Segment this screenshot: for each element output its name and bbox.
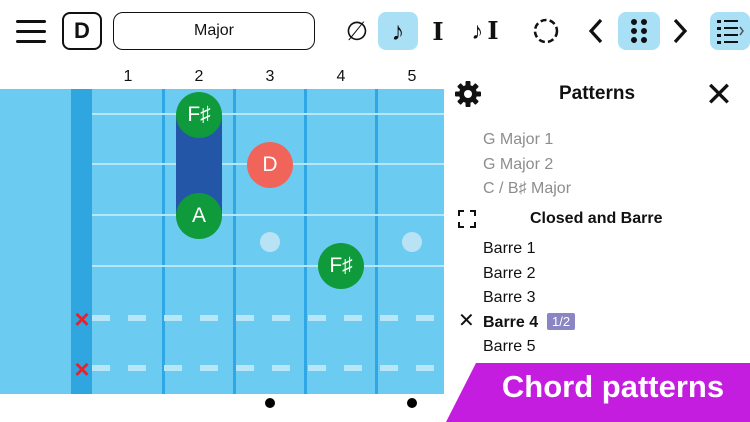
nut bbox=[71, 89, 92, 394]
fret-wire bbox=[375, 89, 378, 394]
close-icon: ✕ bbox=[458, 310, 475, 332]
corners-icon bbox=[458, 210, 476, 228]
next-button[interactable] bbox=[662, 12, 698, 50]
no-chord-icon: ∅ bbox=[345, 15, 369, 46]
pattern-item[interactable]: Barre 2 bbox=[483, 265, 535, 283]
panel-title: Patterns bbox=[558, 83, 636, 104]
string bbox=[92, 265, 444, 267]
list-item[interactable]: … bbox=[483, 114, 499, 120]
key-selector[interactable]: D bbox=[62, 12, 102, 50]
pattern-item[interactable]: Barre 1 bbox=[483, 240, 535, 258]
menu-icon bbox=[16, 20, 46, 23]
muted-string bbox=[92, 315, 444, 321]
next-icon bbox=[673, 18, 688, 44]
fret-wire bbox=[233, 89, 236, 394]
note-bar-icon: ♪ I bbox=[471, 16, 499, 45]
fret-number: 5 bbox=[407, 68, 417, 85]
position-dot bbox=[407, 398, 417, 408]
scale-selector[interactable]: Major bbox=[113, 12, 315, 50]
fret-numbers: 1 2 3 4 5 bbox=[0, 68, 444, 88]
settings-button[interactable] bbox=[454, 80, 482, 108]
note-dot[interactable]: A bbox=[176, 193, 222, 239]
grid-dots-icon bbox=[631, 19, 647, 43]
pattern-item-selected[interactable]: Barre 4 bbox=[483, 314, 538, 332]
deselect-button[interactable]: ✕ bbox=[458, 311, 475, 331]
pattern-item[interactable]: G Major 2 bbox=[483, 156, 553, 174]
grid-dots-button[interactable] bbox=[618, 12, 660, 50]
menu-button[interactable] bbox=[12, 14, 50, 50]
note-dot[interactable]: F♯ bbox=[318, 243, 364, 289]
note-bar-view-button[interactable]: ♪ I bbox=[460, 12, 510, 50]
note-dot[interactable]: F♯ bbox=[176, 92, 222, 138]
position-dot bbox=[265, 398, 275, 408]
section-toggle[interactable] bbox=[458, 210, 476, 228]
list-icon bbox=[717, 20, 744, 44]
root-note-dot[interactable]: D bbox=[247, 142, 293, 188]
fret-marker bbox=[260, 232, 280, 252]
mute-icon[interactable]: × bbox=[71, 356, 93, 382]
promo-banner-text: Chord patterns bbox=[501, 369, 725, 404]
fret-number: 3 bbox=[265, 68, 275, 85]
pattern-item[interactable]: Barre 5 bbox=[483, 338, 535, 356]
fret-number: 2 bbox=[194, 68, 204, 85]
section-heading: Closed and Barre bbox=[530, 210, 663, 227]
pattern-item[interactable]: C / B♯ Major bbox=[483, 180, 571, 198]
pattern-item[interactable]: Barre 3 bbox=[483, 289, 535, 307]
string bbox=[92, 113, 444, 115]
bar-view-button[interactable]: I bbox=[418, 12, 458, 50]
variation-badge[interactable]: 1/2 bbox=[547, 313, 576, 330]
bar-icon: I bbox=[432, 16, 444, 46]
fret-wire bbox=[162, 89, 165, 394]
close-icon: ✕ bbox=[704, 76, 734, 114]
fret-marker bbox=[402, 232, 422, 252]
close-button[interactable]: ✕ bbox=[702, 78, 736, 112]
prev-button[interactable] bbox=[578, 12, 614, 50]
muted-string bbox=[92, 365, 444, 371]
circle-button[interactable] bbox=[526, 12, 566, 50]
fretboard[interactable]: × × F♯ A D F♯ bbox=[0, 89, 444, 394]
mute-icon[interactable]: × bbox=[71, 306, 93, 332]
list-button[interactable] bbox=[710, 12, 750, 50]
note-icon: ♪ bbox=[391, 15, 405, 46]
string bbox=[92, 214, 444, 216]
fret-wire bbox=[304, 89, 307, 394]
fret-number: 4 bbox=[336, 68, 346, 85]
gear-icon bbox=[455, 81, 481, 107]
pattern-item[interactable]: G Major 1 bbox=[483, 131, 553, 149]
prev-icon bbox=[588, 18, 603, 44]
note-view-button[interactable]: ♪ bbox=[378, 12, 418, 50]
toolbar: D Major ∅ ♪ I ♪ I bbox=[0, 0, 750, 64]
no-chord-button[interactable]: ∅ bbox=[337, 12, 377, 50]
fret-number: 1 bbox=[123, 68, 133, 85]
circle-icon bbox=[533, 18, 559, 44]
